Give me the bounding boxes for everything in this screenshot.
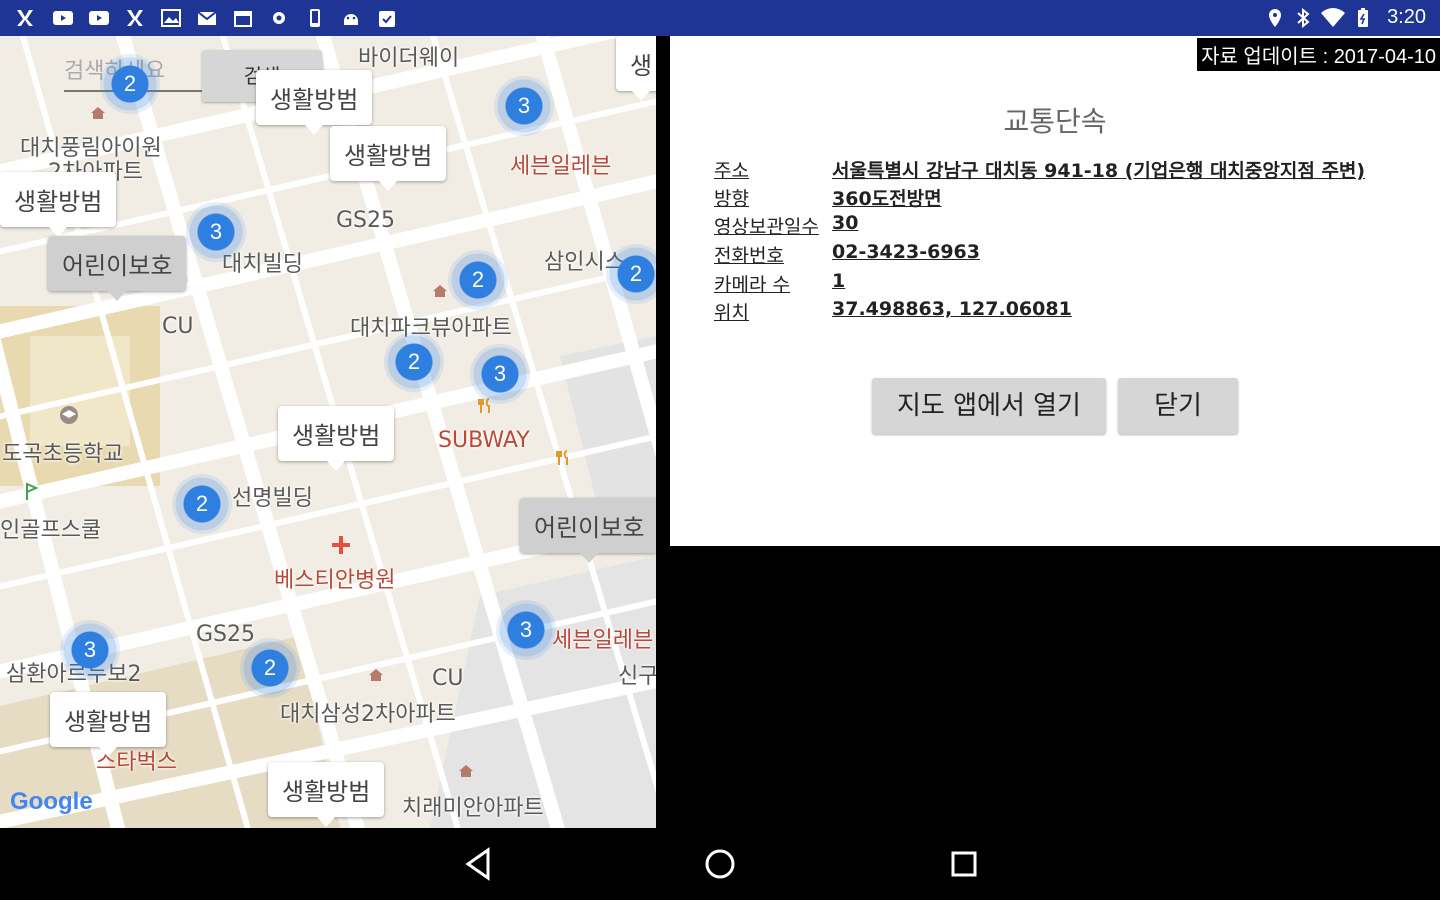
youtube-icon bbox=[89, 11, 109, 25]
golf-icon bbox=[26, 482, 39, 500]
home-pin-icon bbox=[433, 285, 447, 297]
update-date-label: 자료 업데이트 : 2017-04-10 bbox=[1197, 38, 1440, 71]
hospital-icon bbox=[332, 536, 350, 554]
open-in-map-app-button[interactable]: 지도 앱에서 열기 bbox=[872, 378, 1106, 434]
map-marker-callout[interactable]: 생활방범 bbox=[330, 126, 447, 191]
info-value: 30 bbox=[832, 212, 859, 234]
bluetooth-icon bbox=[1297, 7, 1310, 29]
back-icon[interactable] bbox=[462, 842, 494, 886]
info-label: 주소 bbox=[714, 160, 749, 182]
home-pin-icon bbox=[459, 765, 473, 777]
calendar-icon bbox=[234, 11, 252, 27]
map-cluster-marker[interactable]: 2 bbox=[240, 638, 300, 698]
map-cluster-marker[interactable]: 2 bbox=[448, 250, 508, 310]
info-value: 1 bbox=[832, 270, 846, 292]
map-cluster-marker[interactable]: 2 bbox=[606, 244, 656, 304]
map-label: 세븐일레븐 bbox=[552, 628, 654, 653]
app-icon bbox=[127, 10, 143, 26]
map-label: 세븐일레븐 bbox=[510, 154, 612, 179]
map-label: 인골프스쿨 bbox=[0, 518, 102, 543]
map-marker-callout[interactable]: 어린이보호 bbox=[48, 236, 187, 301]
map-label: CU bbox=[162, 314, 194, 339]
android-icon bbox=[344, 14, 358, 25]
info-value: 37.498863, 127.06081 bbox=[832, 298, 1072, 320]
restaurant-icon bbox=[556, 450, 568, 465]
close-button[interactable]: 닫기 bbox=[1118, 378, 1238, 434]
info-value: 서울특별시 강남구 대치동 941-18 (기업은행 대치중앙지점 주변) bbox=[832, 160, 1366, 182]
map-label: 선명빌딩 bbox=[232, 486, 313, 511]
map-cluster-marker[interactable]: 3 bbox=[494, 76, 554, 136]
settings-icon bbox=[273, 12, 285, 24]
map-marker-callout[interactable]: 생 bbox=[616, 36, 656, 101]
map-label: 치래미안아파트 bbox=[402, 796, 544, 821]
map-cluster-marker[interactable]: 3 bbox=[470, 344, 530, 404]
map-label: GS25 bbox=[336, 208, 396, 233]
info-label: 위치 bbox=[714, 302, 749, 324]
info-label: 영상보관일수 bbox=[714, 216, 819, 238]
home-pin-icon bbox=[369, 669, 383, 681]
info-value: 360도전방면 bbox=[832, 188, 942, 210]
recents-icon[interactable] bbox=[948, 842, 980, 886]
location-icon bbox=[1269, 9, 1281, 27]
map-cluster-marker[interactable]: 2 bbox=[100, 54, 160, 114]
panel-title: 교통단속 bbox=[1003, 105, 1107, 138]
map-label: 베스티안병원 bbox=[274, 568, 396, 593]
battery-icon bbox=[1358, 8, 1368, 27]
map-marker-callout[interactable]: 생활방범 bbox=[0, 172, 117, 237]
info-label: 카메라 수 bbox=[714, 274, 790, 296]
app-icon bbox=[17, 10, 33, 26]
map-marker-callout[interactable]: 생활방범 bbox=[256, 70, 373, 135]
image-icon bbox=[161, 9, 181, 27]
phone-icon bbox=[310, 9, 320, 27]
map-cluster-marker[interactable]: 2 bbox=[172, 474, 232, 534]
map-label: 신구 bbox=[618, 664, 656, 689]
school-icon bbox=[60, 406, 78, 424]
navigation-bar bbox=[0, 828, 1440, 900]
wifi-icon bbox=[1321, 8, 1345, 27]
map-label: 바이더웨이 bbox=[358, 46, 460, 71]
info-label: 전화번호 bbox=[714, 245, 784, 267]
map-cluster-marker[interactable]: 2 bbox=[384, 332, 444, 392]
map-label: CU bbox=[432, 666, 464, 691]
map-cluster-marker[interactable]: 3 bbox=[60, 620, 120, 680]
map-marker-callout[interactable]: 생활방범 bbox=[268, 762, 385, 827]
map-cluster-marker[interactable]: 3 bbox=[186, 202, 246, 262]
clipboard-icon bbox=[379, 11, 395, 27]
mail-icon bbox=[197, 11, 217, 25]
map-view[interactable]: 검색하세요 검색 바이더웨이 대치풍림아이원 2차아파트 세븐일레븐 GS25 … bbox=[0, 36, 656, 828]
home-icon[interactable] bbox=[704, 842, 736, 886]
map-marker-callout[interactable]: 어린이보호 bbox=[520, 498, 656, 563]
map-marker-callout[interactable]: 생활방범 bbox=[278, 406, 395, 471]
status-bar: 3:20 bbox=[0, 0, 1440, 36]
status-time: 3:20 bbox=[1387, 6, 1426, 28]
info-panel: 자료 업데이트 : 2017-04-10 교통단속 주소 서울특별시 강남구 대… bbox=[670, 36, 1440, 546]
youtube-icon bbox=[53, 11, 73, 25]
map-label: 대치삼성2차아파트 bbox=[280, 702, 456, 727]
info-label: 방향 bbox=[714, 188, 749, 210]
info-value[interactable]: 02-3423-6963 bbox=[832, 241, 980, 263]
map-cluster-marker[interactable]: 3 bbox=[496, 600, 556, 660]
map-label: 도곡초등학교 bbox=[2, 442, 124, 467]
map-label: SUBWAY bbox=[438, 428, 530, 453]
google-logo: Google bbox=[10, 788, 93, 815]
map-marker-callout[interactable]: 생활방범 bbox=[50, 692, 167, 757]
